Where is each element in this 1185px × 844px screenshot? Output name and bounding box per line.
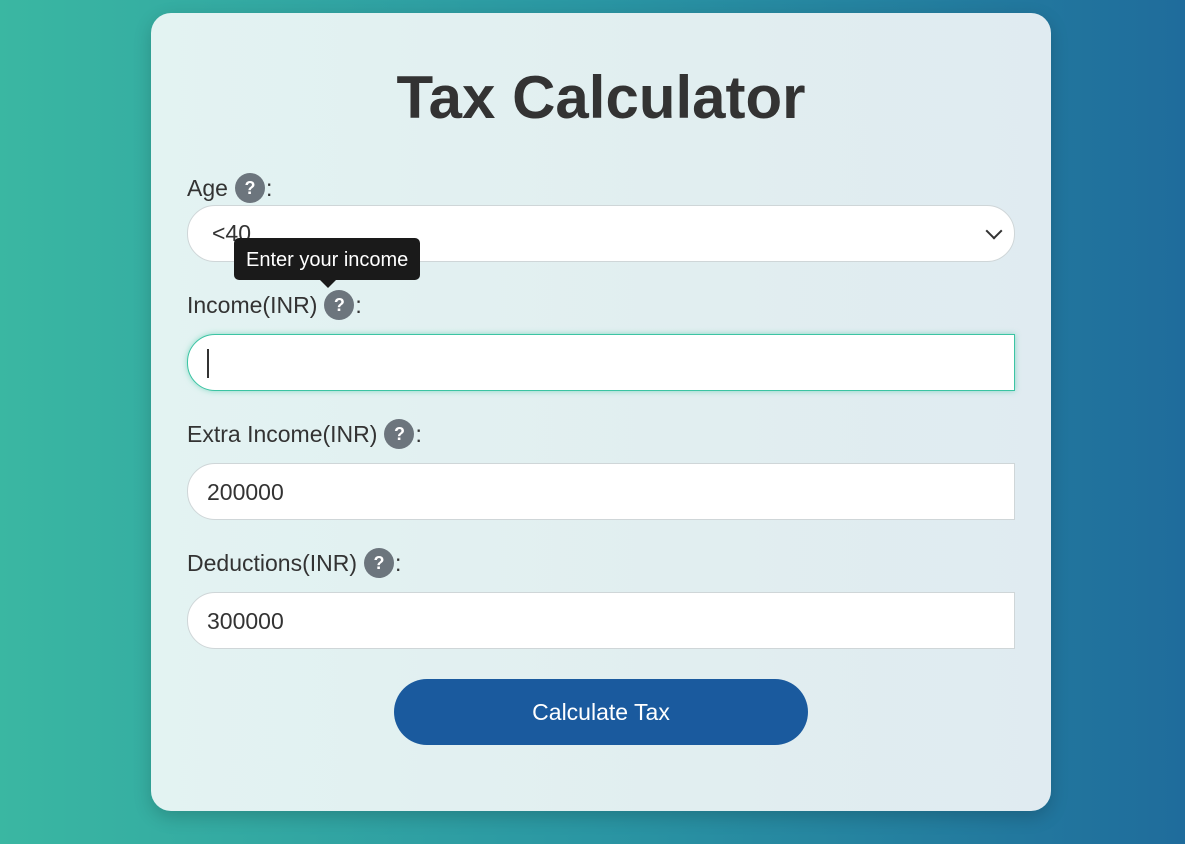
tax-calculator-card: Tax Calculator Age ? : <40 Income(INR) ?… — [151, 13, 1051, 811]
deductions-input-value: 300000 — [207, 608, 284, 634]
income-help-icon[interactable]: ? — [324, 290, 355, 320]
age-label-text: Age — [187, 174, 228, 201]
extra-income-label-colon: : — [415, 420, 422, 447]
extra-income-input[interactable]: 200000 — [187, 463, 1015, 520]
deductions-input[interactable]: 300000 — [187, 592, 1015, 649]
chevron-down-icon — [985, 222, 1003, 239]
calculate-tax-button[interactable]: Calculate Tax — [394, 679, 808, 745]
income-input[interactable] — [187, 334, 1015, 391]
extra-income-help-icon[interactable]: ? — [384, 419, 415, 449]
extra-income-input-value: 200000 — [207, 479, 284, 505]
page-title: Tax Calculator — [396, 64, 806, 131]
deductions-label: Deductions(INR) ? : — [187, 548, 401, 578]
deductions-help-icon[interactable]: ? — [364, 548, 394, 578]
age-help-icon[interactable]: ? — [234, 173, 265, 203]
income-label-text: Income(INR) — [187, 291, 318, 318]
age-label: Age ? : — [187, 173, 272, 203]
deductions-label-text: Deductions(INR) — [187, 549, 357, 576]
deductions-label-colon: : — [395, 549, 402, 576]
income-help-tooltip: Enter your income — [234, 238, 421, 280]
income-label-colon: : — [355, 291, 362, 318]
age-label-colon: : — [265, 174, 273, 201]
extra-income-label: Extra Income(INR) ? : — [187, 419, 422, 449]
tooltip-arrow — [320, 280, 336, 288]
text-caret — [207, 349, 209, 378]
extra-income-label-text: Extra Income(INR) — [187, 420, 378, 447]
income-label: Income(INR) ? : — [187, 290, 362, 320]
